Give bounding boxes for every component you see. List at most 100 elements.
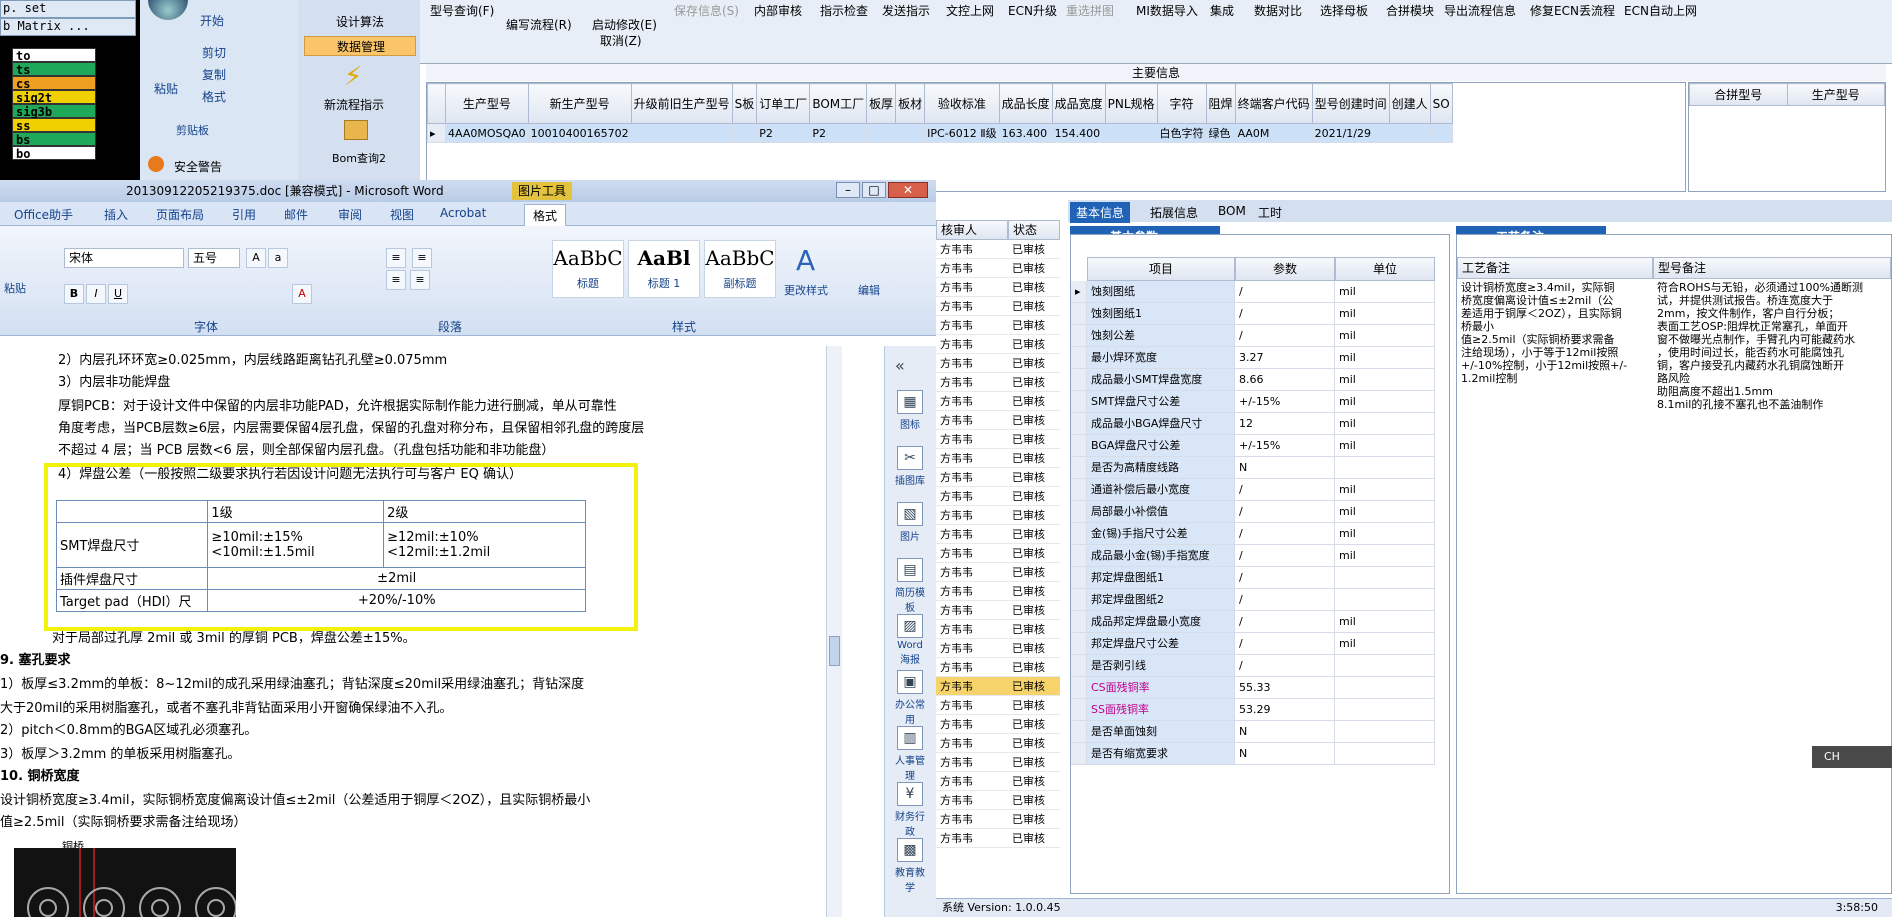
merge-model-header[interactable]: 合拼型号 — [1689, 83, 1788, 106]
word-tab[interactable]: 格式 — [524, 204, 567, 226]
word-tab[interactable]: 审阅 — [338, 206, 362, 223]
toolbar-button[interactable]: 数据对比 — [1254, 2, 1302, 19]
toolbar-button[interactable]: 指示检查 — [820, 2, 868, 19]
style-gallery-item[interactable]: AaBbC 标题 — [552, 240, 624, 298]
matrix-layer-item[interactable]: bs — [12, 132, 96, 147]
matrix-layer-item[interactable]: ss — [12, 118, 96, 133]
list-item[interactable]: 方韦韦 已审核 — [936, 791, 1060, 810]
main-cell[interactable] — [866, 123, 897, 143]
param-value[interactable]: / — [1235, 325, 1335, 347]
grow-font-icon[interactable]: A — [246, 248, 266, 268]
word-tab[interactable]: 引用 — [232, 206, 256, 223]
param-value[interactable]: / — [1235, 655, 1335, 677]
main-col-header[interactable]: SO — [1429, 83, 1453, 124]
main-col-header[interactable]: 板厚 — [866, 83, 897, 124]
underline-button[interactable]: U — [108, 284, 128, 304]
main-col-header[interactable]: 字符 — [1156, 83, 1207, 124]
list-item[interactable]: 方韦韦 已审核 — [936, 259, 1060, 278]
side-tool-button[interactable]: ▦ 图标 — [893, 390, 927, 431]
list-item[interactable]: 方韦韦 已审核 — [936, 449, 1060, 468]
bullets-icon[interactable]: ≡ — [386, 248, 406, 268]
production-model-header[interactable]: 生产型号 — [1786, 83, 1885, 106]
main-cell[interactable]: 154.400 — [1051, 123, 1106, 143]
security-warning[interactable]: 安全警告 — [174, 158, 222, 175]
param-row[interactable]: 局部最小补偿值 / mil — [1071, 501, 1451, 523]
param-value[interactable]: N — [1235, 743, 1335, 765]
copy-button[interactable]: 复制 — [202, 66, 226, 83]
list-item[interactable]: 方韦韦 已审核 — [936, 354, 1060, 373]
main-col-header[interactable]: 型号创建时间 — [1311, 83, 1390, 124]
param-row[interactable]: 成品最小SMT焊盘宽度 8.66 mil — [1071, 369, 1451, 391]
word-paste-button[interactable]: 粘贴 — [4, 280, 26, 296]
param-value[interactable]: 3.27 — [1235, 347, 1335, 369]
main-col-header[interactable]: 板材 — [895, 83, 926, 124]
matrix-layer-item[interactable]: ts — [12, 62, 96, 77]
col-unit-header[interactable]: 单位 — [1335, 257, 1435, 281]
list-item[interactable]: 方韦韦 已审核 — [936, 392, 1060, 411]
toolbar-button[interactable]: 合拼模块 — [1386, 2, 1434, 19]
list-item[interactable]: 方韦韦 已审核 — [936, 411, 1060, 430]
col-value-header[interactable]: 参数 — [1235, 257, 1335, 281]
param-value[interactable]: +/-15% — [1235, 391, 1335, 413]
param-value[interactable]: +/-15% — [1235, 435, 1335, 457]
edit-button[interactable]: 编辑 — [858, 282, 880, 298]
param-value[interactable]: / — [1235, 479, 1335, 501]
main-cell[interactable]: AA0M — [1234, 123, 1313, 143]
param-row[interactable]: 成品最小BGA焊盘尺寸 12 mil — [1071, 413, 1451, 435]
param-row[interactable]: CS面残铜率 55.33 — [1071, 677, 1451, 699]
side-tool-button[interactable]: ▧ 图片 — [893, 502, 927, 543]
change-styles-button[interactable]: 更改样式 — [784, 282, 828, 298]
param-row[interactable]: SS面残铜率 53.29 — [1071, 699, 1451, 721]
list-item[interactable]: 方韦韦 已审核 — [936, 734, 1060, 753]
param-row[interactable]: 蚀刻公差 / mil — [1071, 325, 1451, 347]
word-tab[interactable]: 邮件 — [284, 206, 308, 223]
pad-tolerance-table[interactable]: 1级 2级 SMT焊盘尺寸 ≥10mil:±15% <10mil:±1.5mil … — [55, 499, 586, 613]
main-cell[interactable] — [1104, 123, 1158, 143]
close-button[interactable]: ✕ — [888, 182, 928, 198]
main-cell[interactable]: 2021/1/29 — [1311, 123, 1390, 143]
list-item[interactable]: 方韦韦 已审核 — [936, 715, 1060, 734]
side-tool-button[interactable]: ▤ 简历模板 — [893, 558, 927, 614]
param-row[interactable]: 成品邦定焊盘最小宽度 / mil — [1071, 611, 1451, 633]
matrix-layer-item[interactable]: sig3b — [12, 104, 96, 119]
param-row[interactable]: 是否单面蚀刻 N — [1071, 721, 1451, 743]
param-row[interactable]: 金(锡)手指尺寸公差 / mil — [1071, 523, 1451, 545]
toolbar-button[interactable]: ECN自动上网 — [1624, 2, 1697, 19]
toolbar-button[interactable]: 重选拼图 — [1066, 2, 1114, 19]
toolbar-button[interactable]: 文控上网 — [946, 2, 994, 19]
detail-tab[interactable]: BOM — [1212, 202, 1252, 220]
collapse-icon[interactable]: « — [895, 356, 905, 375]
side-tool-button[interactable]: ¥ 财务行政 — [893, 782, 927, 838]
document-body[interactable]: 2）内层孔环环宽≥0.025mm，内层线路距离钻孔孔壁≥0.075mm 3）内层非… — [0, 346, 826, 917]
align-center-icon[interactable]: ≡ — [410, 270, 430, 290]
param-value[interactable]: / — [1235, 281, 1335, 303]
list-item[interactable]: 方韦韦 已审核 — [936, 506, 1060, 525]
detail-tab[interactable]: 拓展信息 — [1144, 202, 1204, 223]
toolbar-button[interactable]: 发送指示 — [882, 2, 930, 19]
list-item[interactable]: 方韦韦 已审核 — [936, 240, 1060, 259]
param-row[interactable]: 邦定焊盘图纸2/ — [1071, 589, 1451, 611]
side-tool-button[interactable]: ▣ 办公常用 — [893, 670, 927, 726]
shrink-font-icon[interactable]: a — [268, 248, 288, 268]
param-row[interactable]: 蚀刻图纸1/mil — [1071, 303, 1451, 325]
list-item[interactable]: 方韦韦 已审核 — [936, 753, 1060, 772]
matrix-layer-item[interactable]: to — [12, 48, 96, 63]
paste-button[interactable]: 粘贴 — [154, 80, 178, 97]
matrix-layer-item[interactable]: bo — [12, 146, 96, 161]
list-item[interactable]: 方韦韦 已审核 — [936, 601, 1060, 620]
param-row[interactable]: 邦定焊盘图纸1/ — [1071, 567, 1451, 589]
main-cell[interactable]: 4AA0MOSQA0 — [445, 123, 529, 143]
list-item[interactable]: 方韦韦 已审核 — [936, 525, 1060, 544]
main-col-header[interactable]: 终端客户代码 — [1234, 83, 1313, 124]
list-item[interactable]: 方韦韦 已审核 — [936, 696, 1060, 715]
param-row[interactable]: 是否剥引线 / — [1071, 655, 1451, 677]
param-value[interactable]: / — [1235, 303, 1335, 325]
main-col-header[interactable]: 阻焊 — [1205, 83, 1236, 124]
param-value[interactable]: 55.33 — [1235, 677, 1335, 699]
param-value[interactable]: / — [1235, 589, 1335, 611]
style-gallery-item[interactable]: AaBl 标题 1 — [628, 240, 700, 298]
list-item[interactable]: 方韦韦 已审核 — [936, 278, 1060, 297]
font-color-icon[interactable]: A — [292, 284, 312, 304]
menu-item-design[interactable]: 设计算法 — [304, 12, 416, 32]
toolbar-button[interactable]: 内部审核 — [754, 2, 802, 19]
